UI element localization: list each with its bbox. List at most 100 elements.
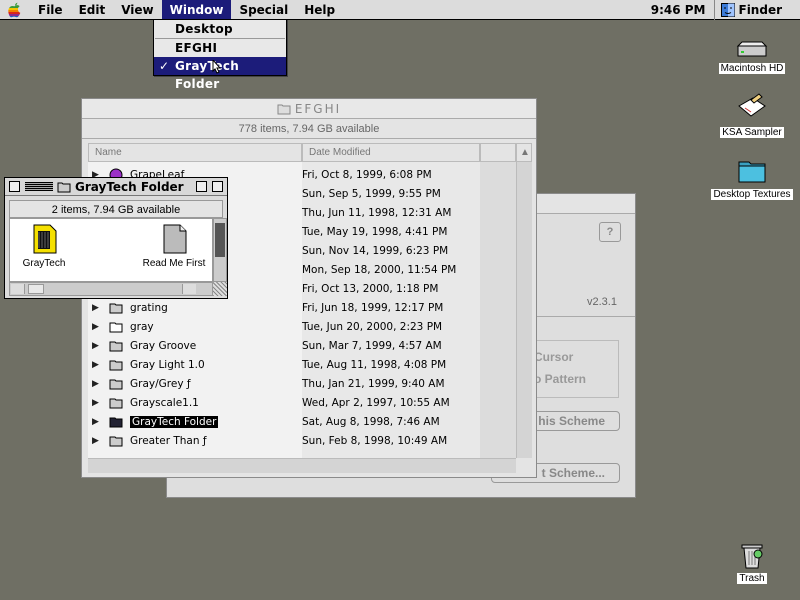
collapse-box[interactable] (212, 181, 223, 192)
item-name: Gray Groove (130, 339, 197, 352)
resize-grip[interactable] (213, 282, 227, 296)
item-name: gray (130, 320, 154, 333)
item-date: Fri, Jun 18, 1999, 12:17 PM (302, 301, 444, 314)
menu-view[interactable]: View (113, 0, 161, 20)
item-name: Grayscale1.1 (130, 396, 199, 409)
disclosure-triangle-icon[interactable]: ▶ (92, 360, 100, 370)
macintosh-hd-icon-item[interactable]: Macintosh HD (716, 40, 788, 74)
read-me-first-label: Read Me First (142, 258, 206, 269)
disclosure-triangle-icon[interactable]: ▶ (92, 322, 100, 332)
graytech-application-icon (33, 224, 57, 254)
help-button[interactable]: ? (599, 222, 621, 242)
scroll-left-arrow[interactable] (11, 284, 25, 294)
graytech-info-bar: 2 items, 7.94 GB available (9, 200, 223, 218)
ksa-sampler-icon (738, 93, 766, 117)
folder-icon (109, 417, 123, 427)
item-date: Wed, Apr 2, 1997, 10:55 AM (302, 396, 450, 409)
item-date: Sun, Mar 7, 1999, 4:57 AM (302, 339, 442, 352)
graytech-titlebar[interactable]: GrayTech Folder (5, 178, 227, 196)
disclosure-triangle-icon[interactable]: ▶ (92, 436, 100, 446)
ksa-sampler-icon-item[interactable]: KSA Sampler (716, 92, 788, 138)
scroll-right-arrow[interactable] (182, 284, 196, 294)
list-item[interactable]: ▶ Gray Groove Sun, Mar 7, 1999, 4:57 AM (88, 336, 522, 355)
item-name: Gray Light 1.0 (130, 358, 205, 371)
horizontal-scrollbar[interactable] (88, 458, 516, 473)
item-date: Mon, Sep 18, 2000, 11:54 PM (302, 263, 457, 276)
menu-item-desktop[interactable]: Desktop (154, 20, 286, 38)
scroll-thumb[interactable] (28, 284, 44, 294)
menu-window[interactable]: Window (161, 0, 232, 20)
hard-disk-icon (736, 41, 768, 57)
menu-item-efghi[interactable]: EFGHI (154, 39, 286, 57)
list-item[interactable]: ▶ Gray/Grey ƒ Thu, Jan 21, 1999, 9:40 AM (88, 374, 522, 393)
folder-icon (109, 436, 123, 446)
folder-icon (109, 322, 123, 332)
item-name: grating (130, 301, 168, 314)
item-date: Tue, Jun 20, 2000, 2:23 PM (302, 320, 443, 333)
item-date: Sun, Feb 8, 1998, 10:49 AM (302, 434, 448, 447)
item-date: Fri, Oct 8, 1999, 6:08 PM (302, 168, 432, 181)
disclosure-triangle-icon[interactable]: ▶ (92, 341, 100, 351)
folder-icon (109, 360, 123, 370)
graytech-window[interactable]: GrayTech Folder 2 items, 7.94 GB availab… (4, 177, 228, 299)
list-item[interactable]: ▶ Gray Light 1.0 Tue, Aug 11, 1998, 4:08 P… (88, 355, 522, 374)
macintosh-hd-label: Macintosh HD (718, 63, 786, 74)
item-name: Gray/Grey ƒ (130, 377, 191, 390)
graytech-window-title: GrayTech Folder (75, 179, 184, 194)
help-icon: ? (606, 226, 614, 238)
zoom-box[interactable] (196, 181, 207, 192)
desktop-textures-icon-item[interactable]: Desktop Textures (706, 154, 798, 200)
graytech-app-label: GrayTech (22, 258, 66, 269)
disclosure-triangle-icon[interactable]: ▶ (92, 379, 100, 389)
trash-icon-item[interactable]: Trash (726, 540, 778, 584)
horizontal-scrollbar[interactable] (9, 282, 213, 296)
folder-icon (109, 341, 123, 351)
vertical-scrollbar[interactable] (213, 218, 227, 282)
document-icon (163, 224, 187, 254)
folder-icon (109, 303, 123, 313)
item-date: Tue, May 19, 1998, 4:41 PM (302, 225, 448, 238)
menu-file[interactable]: File (30, 0, 71, 20)
read-me-first-item[interactable]: Read Me First (136, 223, 212, 269)
checkmark-icon: ✓ (159, 59, 170, 73)
trash-icon (741, 544, 763, 569)
apple-menu[interactable] (0, 0, 30, 20)
list-item[interactable]: ▶ gray Tue, Jun 20, 2000, 2:23 PM (88, 317, 522, 336)
mouse-pointer-icon (212, 60, 222, 74)
finder-icon (720, 2, 735, 17)
menu-bar: File Edit View Window Special Help 9:46 … (0, 0, 800, 20)
item-name: Greater Than ƒ (130, 434, 207, 447)
version-label: v2.3.1 (587, 296, 617, 308)
menu-special[interactable]: Special (231, 0, 296, 20)
graytech-app-item[interactable]: GrayTech (16, 223, 72, 269)
cursor-option[interactable]: Cursor (534, 350, 573, 364)
application-name: Finder (738, 2, 783, 17)
list-item[interactable]: ▶ Greater Than ƒ Sun, Feb 8, 1998, 10:49 A… (88, 431, 522, 450)
pattern-option[interactable]: o Pattern (534, 372, 586, 386)
menu-item-label: GrayTech Folder (175, 59, 240, 91)
menu-help[interactable]: Help (296, 0, 343, 20)
folder-icon (109, 379, 123, 389)
list-item-selected[interactable]: ▶ GrayTech Folder Sat, Aug 8, 1998, 7:46 A… (88, 412, 522, 431)
list-item[interactable]: ▶ Grayscale1.1 Wed, Apr 2, 1997, 10:55 AM (88, 393, 522, 412)
item-date: Thu, Jun 11, 1998, 12:31 AM (302, 206, 452, 219)
folder-icon (57, 182, 71, 192)
item-date: Tue, Aug 11, 1998, 4:08 PM (302, 358, 447, 371)
icon-view-area: GrayTech Read Me First (9, 218, 213, 282)
desktop-textures-label: Desktop Textures (711, 189, 793, 200)
disclosure-triangle-icon[interactable]: ▶ (92, 303, 100, 313)
item-date: Sun, Sep 5, 1999, 9:55 PM (302, 187, 441, 200)
menu-edit[interactable]: Edit (71, 0, 114, 20)
item-name: GrayTech Folder (130, 415, 219, 428)
apple-logo-icon (8, 2, 21, 17)
scroll-thumb[interactable] (215, 223, 225, 257)
disclosure-triangle-icon[interactable]: ▶ (92, 417, 100, 427)
application-menu[interactable]: Finder (715, 2, 800, 17)
clock[interactable]: 9:46 PM (643, 3, 714, 17)
ksa-sampler-label: KSA Sampler (720, 127, 784, 138)
disclosure-triangle-icon[interactable]: ▶ (92, 398, 100, 408)
close-box[interactable] (9, 181, 20, 192)
list-item[interactable]: ▶ grating Fri, Jun 18, 1999, 12:17 PM (88, 298, 522, 317)
trash-label: Trash (737, 573, 767, 584)
item-date: Sun, Nov 14, 1999, 6:23 PM (302, 244, 449, 257)
